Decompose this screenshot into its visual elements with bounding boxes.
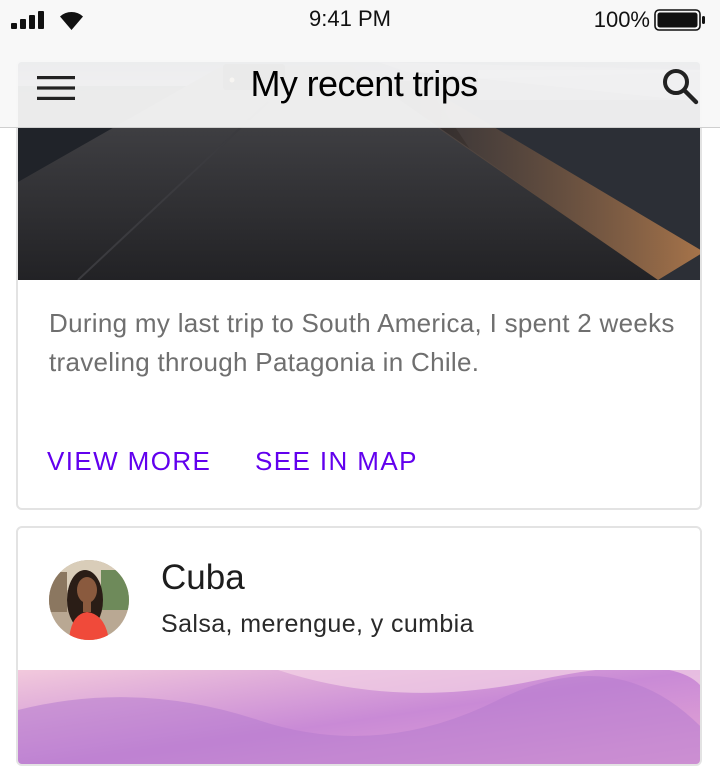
battery-percent: 100% <box>593 7 650 32</box>
search-icon <box>663 69 699 105</box>
avatar[interactable] <box>49 560 129 640</box>
status-bar: 9:41 PM 100% <box>0 0 720 40</box>
trip-description: During my last trip to South America, I … <box>49 308 675 377</box>
page-title: My recent trips <box>250 63 478 104</box>
trip-card-cuba: Cuba Salsa, merengue, y cumbia <box>16 526 702 766</box>
battery-icon <box>654 9 705 31</box>
pink-abstract-photo <box>18 670 700 764</box>
trip-title: Cuba <box>161 558 245 597</box>
trip-subtitle: Salsa, merengue, y cumbia <box>161 610 474 638</box>
view-more-button[interactable]: VIEW MORE <box>47 446 211 477</box>
search-button[interactable] <box>654 60 706 112</box>
see-in-map-button[interactable]: SEE IN MAP <box>255 446 418 477</box>
